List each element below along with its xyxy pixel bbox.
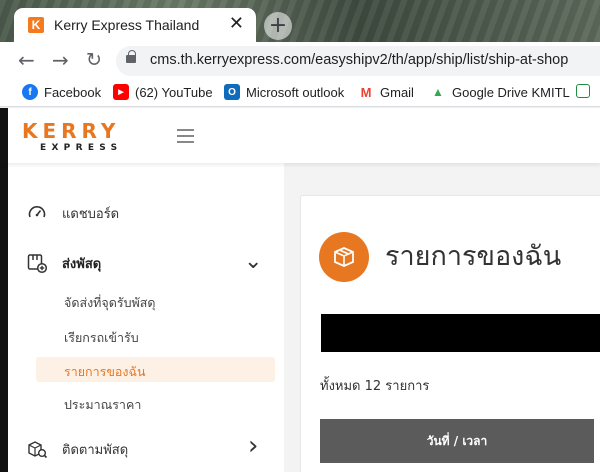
- hamburger-menu-icon[interactable]: [177, 129, 194, 143]
- app-header: KERRY EXPRESS: [0, 108, 600, 163]
- outlook-icon: O: [224, 84, 240, 100]
- gauge-icon: [26, 202, 48, 224]
- new-tab-button[interactable]: +: [264, 12, 292, 40]
- parcel-search-icon: [26, 438, 48, 460]
- bookmark-label: Microsoft outlook: [246, 84, 345, 100]
- bookmark-label: (62) YouTube: [135, 84, 213, 100]
- browser-tab-strip: K Kerry Express Thailand ✕ +: [0, 0, 600, 42]
- submenu-item-call-pickup[interactable]: เรียกรถเข้ารับ: [64, 328, 139, 348]
- bookmark-page-icon: [576, 84, 590, 98]
- bookmark-google-drive[interactable]: ▲ Google Drive KMITL: [430, 84, 570, 100]
- kerry-express-logo[interactable]: KERRY EXPRESS: [22, 120, 147, 154]
- address-bar[interactable]: cms.th.kerryexpress.com/easyshipv2/th/ap…: [116, 46, 600, 76]
- kerry-favicon-icon: K: [28, 17, 44, 33]
- column-header-date-time[interactable]: วันที่ / เวลา: [427, 432, 488, 451]
- close-tab-icon[interactable]: ✕: [229, 15, 244, 33]
- submenu-item-my-list[interactable]: รายการของฉัน: [64, 362, 146, 382]
- sidebar-item-label: แดชบอร์ด: [62, 206, 120, 222]
- logo-subtitle: EXPRESS: [40, 143, 123, 153]
- left-edge-strip: [0, 108, 8, 163]
- browser-toolbar: ← → ↻ cms.th.kerryexpress.com/easyshipv2…: [0, 42, 600, 79]
- forward-arrow-icon[interactable]: →: [52, 48, 69, 72]
- sidebar: แดชบอร์ด ส่งพัสดุ ⌄ จัดส่งที่จุดรับพัสดุ…: [0, 163, 284, 472]
- bookmark-label: Google Drive KMITL: [452, 84, 570, 100]
- chevron-right-icon[interactable]: ›: [248, 431, 258, 461]
- youtube-icon: ▶: [113, 84, 129, 100]
- sidebar-item-dashboard[interactable]: แดชบอร์ด: [26, 202, 119, 224]
- tab-title: Kerry Express Thailand: [54, 17, 200, 33]
- reload-icon[interactable]: ↻: [86, 48, 102, 72]
- facebook-icon: f: [22, 84, 38, 100]
- bookmarks-bar: f Facebook ▶ (62) YouTube O Microsoft ou…: [0, 79, 600, 107]
- bookmark-label: Gmail: [380, 84, 414, 100]
- logo-wordmark: KERRY: [22, 119, 121, 143]
- total-count: ทั้งหมด 12 รายการ: [320, 379, 430, 394]
- sidebar-item-track[interactable]: ติดตามพัสดุ: [26, 438, 128, 460]
- bookmark-gmail[interactable]: M Gmail: [358, 84, 414, 100]
- parcel-add-icon: [26, 252, 48, 274]
- chevron-down-icon[interactable]: ⌄: [244, 249, 262, 274]
- back-arrow-icon[interactable]: ←: [18, 48, 35, 72]
- lock-icon: [126, 50, 136, 63]
- submenu-item-ship-at-shop[interactable]: จัดส่งที่จุดรับพัสดุ: [64, 293, 156, 313]
- bookmark-facebook[interactable]: f Facebook: [22, 84, 101, 100]
- toolbar-banner: [321, 314, 600, 352]
- bookmark-overflow[interactable]: [576, 84, 596, 98]
- bookmark-youtube[interactable]: ▶ (62) YouTube: [113, 84, 213, 100]
- submenu-item-price-estimate[interactable]: ประมาณราคา: [64, 395, 141, 415]
- url-text: cms.th.kerryexpress.com/easyshipv2/th/ap…: [150, 52, 569, 68]
- page-title: รายการของฉัน: [385, 241, 562, 272]
- table-header: วันที่ / เวลา: [320, 419, 594, 463]
- browser-tab[interactable]: K Kerry Express Thailand ✕: [14, 8, 256, 42]
- main-content: รายการของฉัน ทั้งหมด 12 รายการ วันที่ / …: [284, 163, 600, 472]
- sidebar-item-label: ติดตามพัสดุ: [62, 442, 129, 458]
- gmail-icon: M: [358, 84, 374, 100]
- bookmark-outlook[interactable]: O Microsoft outlook: [224, 84, 344, 100]
- bookmark-label: Facebook: [44, 84, 102, 100]
- box-icon: [319, 232, 369, 282]
- sidebar-item-ship[interactable]: ส่งพัสดุ: [26, 252, 101, 274]
- sidebar-item-label: ส่งพัสดุ: [62, 256, 102, 272]
- google-drive-icon: ▲: [430, 84, 446, 100]
- left-edge-strip: [0, 163, 8, 472]
